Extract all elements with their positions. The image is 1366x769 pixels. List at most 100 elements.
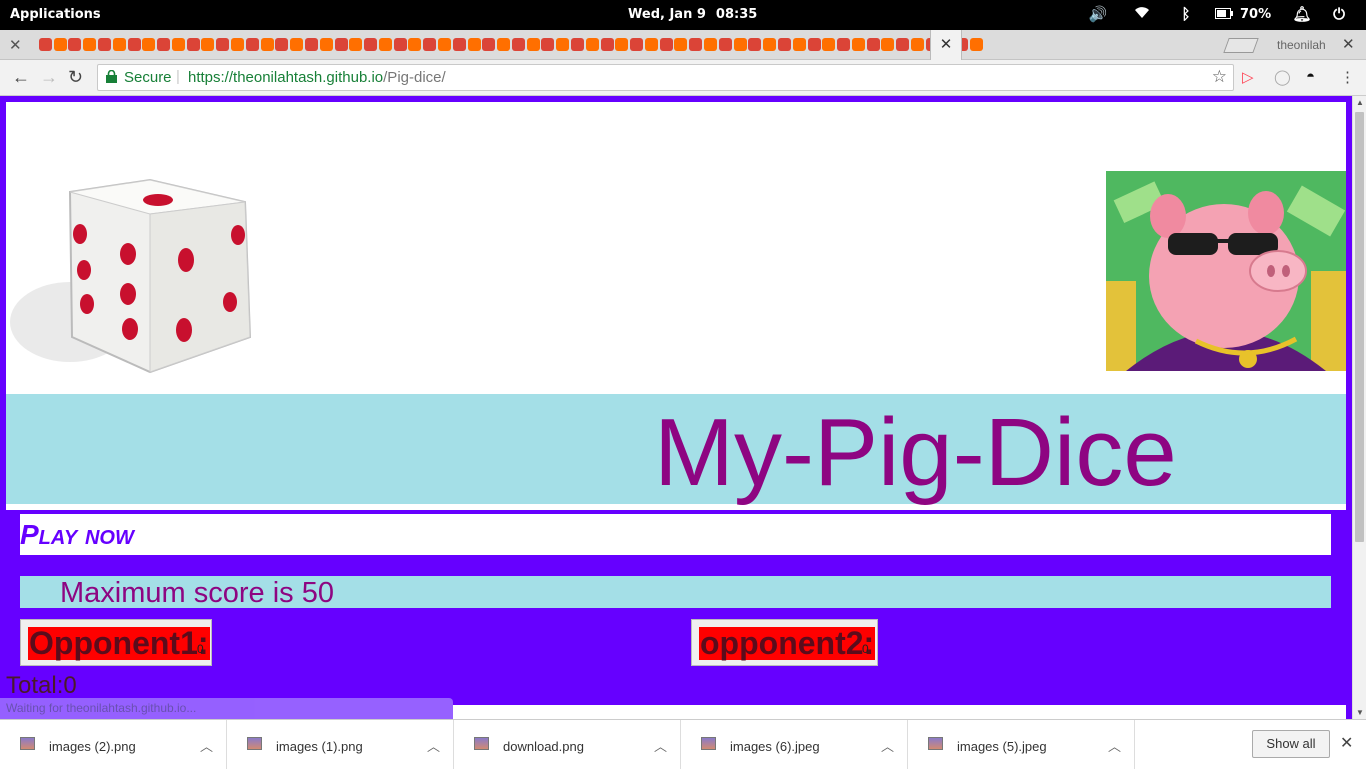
tab-favicon-icon[interactable] (630, 38, 644, 51)
tab-favicon-icon[interactable] (822, 38, 836, 51)
address-bar[interactable]: Secure | https://theonilahtash.github.io… (97, 64, 1234, 91)
tab-favicon-icon[interactable] (556, 38, 570, 51)
chevron-up-icon[interactable]: ︿ (654, 736, 667, 755)
close-downloads-icon[interactable]: ✕ (1340, 733, 1353, 753)
reload-icon[interactable]: ↻ (68, 67, 83, 88)
extension-circle-icon[interactable]: ◯ (1274, 68, 1291, 86)
tab-favicon-icon[interactable] (615, 38, 629, 51)
tab-favicon-icon[interactable] (53, 38, 67, 51)
wifi-icon[interactable] (1120, 5, 1164, 23)
play-now-link[interactable]: Play now (20, 519, 134, 551)
tab-favicon-icon[interactable] (704, 38, 718, 51)
tab-favicon-icon[interactable] (378, 38, 392, 51)
chevron-up-icon[interactable]: ︿ (200, 736, 213, 755)
tab-favicon-icon[interactable] (896, 38, 910, 51)
tab-favicon-icon[interactable] (349, 38, 363, 51)
clock[interactable]: Wed, Jan 9 08:35 (628, 7, 757, 22)
tab-favicon-icon[interactable] (777, 38, 791, 51)
tab-favicon-icon[interactable] (364, 38, 378, 51)
tab-favicon-icon[interactable] (526, 38, 540, 51)
notification-bell-icon[interactable]: 🔔︎ (1280, 5, 1324, 23)
tab-favicon-icon[interactable] (644, 38, 658, 51)
close-tab-icon[interactable]: ✕ (9, 36, 22, 54)
tab-favicon-icon[interactable] (171, 38, 185, 51)
tab-favicon-icon[interactable] (733, 38, 747, 51)
tab-favicon-icon[interactable] (393, 38, 407, 51)
download-item[interactable]: images (5).jpeg ︿ (908, 720, 1135, 769)
opponent1-button[interactable]: Opponent1: 0 (20, 619, 212, 666)
bookmark-star-icon[interactable]: ☆ (1212, 67, 1227, 87)
tab-favicon-icon[interactable] (112, 38, 126, 51)
tab-favicon-icon[interactable] (423, 38, 437, 51)
tab-favicon-icon[interactable] (748, 38, 762, 51)
tab-favicon-icon[interactable] (807, 38, 821, 51)
tab-favicon-icon[interactable] (157, 38, 171, 51)
tab-favicon-icon[interactable] (718, 38, 732, 51)
tab-favicon-icon[interactable] (142, 38, 156, 51)
new-tab-button[interactable] (1223, 38, 1259, 53)
tab-favicon-icon[interactable] (851, 38, 865, 51)
tab-favicon-icon[interactable] (127, 38, 141, 51)
tab-favicon-icon[interactable] (216, 38, 230, 51)
volume-icon[interactable]: 🔊 (1076, 5, 1120, 23)
download-item[interactable]: images (6).jpeg ︿ (681, 720, 908, 769)
tab-favicon-icon[interactable] (541, 38, 555, 51)
power-icon[interactable]: ⏻ (1324, 5, 1354, 23)
tab-favicon-icon[interactable] (304, 38, 318, 51)
tab-favicon-icon[interactable] (585, 38, 599, 51)
tab-favicon-icon[interactable] (231, 38, 245, 51)
tab-favicon-icon[interactable] (408, 38, 422, 51)
download-item[interactable]: download.png ︿ (454, 720, 681, 769)
show-all-button[interactable]: Show all (1252, 730, 1330, 758)
tab-favicon-icon[interactable] (334, 38, 348, 51)
tab-favicon-icon[interactable] (600, 38, 614, 51)
tab-favicon-icon[interactable] (260, 38, 274, 51)
tab-favicon-icon[interactable] (970, 38, 984, 51)
opponent2-button[interactable]: opponent2: 0 (691, 619, 878, 666)
tab-favicon-icon[interactable] (482, 38, 496, 51)
tab-favicon-icon[interactable] (659, 38, 673, 51)
tab-favicon-icon[interactable] (98, 38, 112, 51)
tab-favicon-icon[interactable] (437, 38, 451, 51)
extension-cast-icon[interactable]: ▷ (1242, 68, 1254, 86)
tab-favicon-icon[interactable] (792, 38, 806, 51)
menu-kebab-icon[interactable]: ⋮ (1340, 68, 1355, 86)
download-item[interactable]: images (1).png ︿ (227, 720, 454, 769)
tab-favicon-icon[interactable] (290, 38, 304, 51)
bluetooth-icon[interactable]: ᛒ (1164, 5, 1208, 23)
chevron-up-icon[interactable]: ︿ (427, 736, 440, 755)
tab-favicon-icon[interactable] (83, 38, 97, 51)
tab-favicon-icon[interactable] (689, 38, 703, 51)
profile-name[interactable]: theonilah (1277, 38, 1326, 52)
tab-favicon-icon[interactable] (68, 38, 82, 51)
tab-favicon-icon[interactable] (319, 38, 333, 51)
scrollbar-thumb[interactable] (1355, 112, 1364, 542)
window-close-icon[interactable]: ✕ (1342, 35, 1355, 53)
back-arrow-icon[interactable]: ← (12, 67, 30, 88)
tab-favicons[interactable] (38, 37, 1258, 55)
active-tab-close-icon[interactable]: ✕ (930, 30, 962, 60)
tab-favicon-icon[interactable] (866, 38, 880, 51)
tab-favicon-icon[interactable] (467, 38, 481, 51)
tab-favicon-icon[interactable] (837, 38, 851, 51)
extension-eye-icon[interactable]: ◓ (1306, 68, 1315, 85)
url-text[interactable]: https://theonilahtash.github.io/Pig-dice… (188, 69, 446, 86)
tab-favicon-icon[interactable] (763, 38, 777, 51)
chevron-up-icon[interactable]: ︿ (881, 736, 894, 755)
tab-favicon-icon[interactable] (38, 38, 52, 51)
forward-arrow-icon[interactable]: → (40, 67, 58, 88)
tab-favicon-icon[interactable] (245, 38, 259, 51)
download-item[interactable]: images (2).png ︿ (0, 720, 227, 769)
chevron-up-icon[interactable]: ︿ (1108, 736, 1121, 755)
tab-favicon-icon[interactable] (497, 38, 511, 51)
tab-favicon-icon[interactable] (201, 38, 215, 51)
tab-favicon-icon[interactable] (186, 38, 200, 51)
tab-favicon-icon[interactable] (910, 38, 924, 51)
battery-icon[interactable] (1208, 5, 1240, 23)
tab-favicon-icon[interactable] (674, 38, 688, 51)
scroll-up-arrow-icon[interactable]: ▲ (1356, 98, 1364, 107)
tab-favicon-icon[interactable] (571, 38, 585, 51)
vertical-scrollbar[interactable]: ▲ ▼ (1352, 96, 1366, 719)
play-now-bar[interactable]: Play now (20, 514, 1331, 555)
scroll-down-arrow-icon[interactable]: ▼ (1356, 708, 1364, 717)
